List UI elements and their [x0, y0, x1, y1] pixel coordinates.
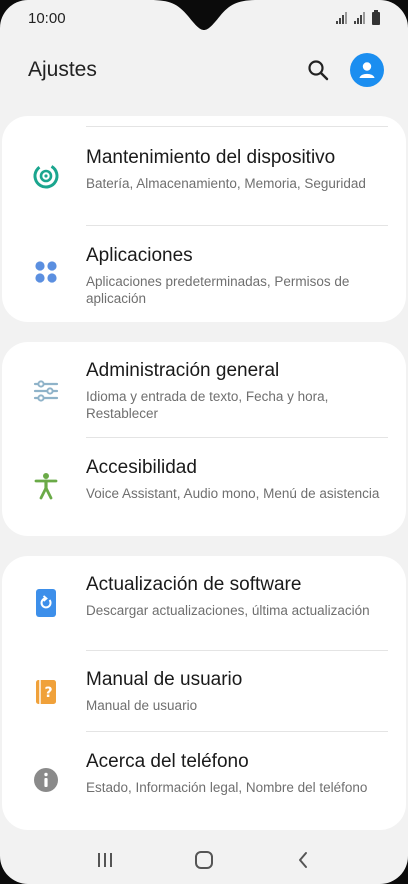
signal-icon [336, 12, 350, 24]
settings-item-subtitle: Idioma y entrada de texto, Fecha y hora,… [86, 389, 329, 421]
status-time: 10:00 [28, 9, 66, 27]
info-icon [30, 764, 62, 796]
divider [86, 731, 388, 732]
apps-icon [30, 256, 62, 288]
recents-icon [98, 853, 113, 867]
settings-item-subtitle: Manual de usuario [86, 698, 198, 713]
user-manual-icon: ? [30, 676, 62, 708]
settings-item-title: Mantenimiento del dispositivo [86, 147, 336, 168]
sliders-icon [30, 375, 62, 407]
status-bar: 10:00 [0, 0, 408, 36]
software-update-icon [30, 587, 62, 619]
settings-item-subtitle: Estado, Información legal, Nombre del te… [86, 780, 368, 795]
profile-icon [359, 62, 375, 78]
settings-item-subtitle: Aplicaciones predeterminadas, Permisos d… [86, 274, 350, 306]
settings-item-title: Acerca del teléfono [86, 751, 249, 772]
signal-icon-2 [354, 12, 368, 24]
accessibility-icon [30, 470, 62, 502]
battery-icon [372, 9, 380, 25]
settings-item-subtitle: Voice Assistant, Audio mono, Menú de asi… [86, 486, 380, 501]
back-icon [298, 852, 307, 868]
settings-item-general-management[interactable]: Administración general Idioma y entrada … [2, 359, 406, 435]
settings-item-title: Actualización de software [86, 574, 302, 595]
divider [86, 650, 388, 651]
search-icon [308, 60, 329, 81]
settings-item-title: Aplicaciones [86, 245, 193, 266]
settings-item-software-update[interactable]: Actualización de software Descargar actu… [2, 573, 406, 647]
settings-item-title: Manual de usuario [86, 669, 243, 690]
svg-text:?: ? [44, 685, 52, 701]
settings-item-about-phone[interactable]: Acerca del teléfono Estado, Información … [2, 750, 406, 824]
settings-item-user-manual[interactable]: ? Manual de usuario Manual de usuario [2, 668, 406, 724]
profile-button[interactable] [350, 53, 384, 87]
page-title: Ajustes [28, 58, 97, 81]
status-icons [336, 9, 380, 25]
settings-section-2: Administración general Idioma y entrada … [2, 342, 406, 536]
settings-item-accessibility[interactable]: Accesibilidad Voice Assistant, Audio mon… [2, 456, 406, 528]
settings-item-subtitle: Batería, Almacenamiento, Memoria, Seguri… [86, 176, 366, 191]
settings-section-3: Actualización de software Descargar actu… [2, 556, 406, 830]
home-button[interactable] [184, 840, 224, 880]
header-actions [306, 53, 384, 87]
settings-item-title: Administración general [86, 360, 280, 381]
app-header: Ajustes [0, 44, 408, 96]
settings-item-subtitle: Descargar actualizaciones, última actual… [86, 603, 370, 618]
navigation-bar [0, 836, 408, 884]
settings-screen: 10:00 Ajustes Mantenimiento del disposit… [0, 0, 408, 884]
divider [86, 437, 388, 438]
divider [86, 225, 388, 226]
device-care-icon [30, 160, 62, 192]
search-button[interactable] [306, 58, 330, 82]
recents-button[interactable] [85, 840, 125, 880]
divider [86, 126, 388, 127]
settings-section-1: Mantenimiento del dispositivo Batería, A… [2, 116, 406, 322]
settings-item-title: Accesibilidad [86, 457, 197, 478]
back-button[interactable] [283, 840, 323, 880]
home-icon [194, 851, 213, 869]
settings-item-apps[interactable]: Aplicaciones Aplicaciones predeterminada… [2, 244, 406, 314]
